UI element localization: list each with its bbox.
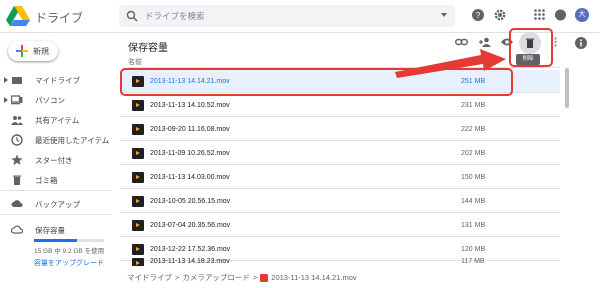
my-drive-icon bbox=[12, 77, 22, 84]
sidebar-item-label: マイドライブ bbox=[35, 76, 80, 85]
info-icon[interactable] bbox=[575, 37, 587, 49]
video-file-icon bbox=[132, 196, 144, 207]
drive-window: ドライブ ドライブを検索 ? 大 新規 マイドライブ パソコン 共有アイテム 最… bbox=[0, 0, 600, 288]
highlight-delete-button bbox=[509, 28, 553, 67]
svg-text:?: ? bbox=[476, 11, 481, 20]
file-size: 131 MB bbox=[461, 222, 486, 229]
file-size: 202 MB bbox=[461, 150, 486, 157]
video-file-icon bbox=[132, 244, 144, 255]
scrollbar[interactable] bbox=[565, 68, 569, 108]
expand-arrow-icon[interactable] bbox=[4, 77, 8, 83]
apps-grid-icon[interactable] bbox=[534, 9, 545, 20]
sidebar-item-my-drive[interactable]: マイドライブ bbox=[0, 70, 112, 90]
video-file-icon bbox=[132, 148, 144, 159]
file-size: 231 MB bbox=[461, 102, 486, 109]
sort-desc-arrow-icon[interactable]: ↓ bbox=[492, 56, 496, 65]
video-file-icon bbox=[132, 258, 144, 266]
video-file-icon bbox=[132, 100, 144, 111]
sidebar-item-recent[interactable]: 最近使用したアイテム bbox=[0, 130, 112, 150]
link-icon[interactable] bbox=[455, 37, 468, 47]
file-size: 144 MB bbox=[461, 198, 486, 205]
file-row[interactable]: 2013-11-09 10.26.52.mov 202 MB bbox=[120, 142, 560, 165]
drive-logo-icon[interactable] bbox=[6, 6, 30, 26]
help-icon[interactable]: ? bbox=[472, 9, 484, 21]
storage-usage-bar bbox=[34, 239, 104, 242]
column-header: 名前 ↓ bbox=[128, 56, 560, 68]
new-button[interactable]: 新規 bbox=[8, 41, 58, 61]
cloud-icon bbox=[11, 200, 23, 207]
sidebar-item-trash[interactable]: ゴミ箱 bbox=[0, 170, 112, 190]
shared-icon bbox=[11, 116, 23, 125]
sidebar-item-storage[interactable]: 保存容量 bbox=[0, 220, 112, 240]
video-file-icon bbox=[132, 220, 144, 231]
add-person-icon[interactable] bbox=[479, 37, 492, 47]
new-button-label: 新規 bbox=[33, 47, 49, 56]
more-options-icon[interactable] bbox=[554, 37, 557, 47]
sidebar-item-shared[interactable]: 共有アイテム bbox=[0, 110, 112, 130]
cloud-outline-icon bbox=[11, 225, 23, 234]
video-file-icon bbox=[132, 124, 144, 135]
video-file-icon bbox=[132, 172, 144, 183]
file-row[interactable]: 2013-11-13 14.18.23.mov 117 MB bbox=[120, 258, 560, 266]
sidebar-item-label: 最近使用したアイテム bbox=[35, 136, 110, 145]
breadcrumb-separator: > bbox=[252, 273, 258, 282]
search-options-icon[interactable] bbox=[441, 13, 447, 17]
file-name: 2013-12-22 17.52.36.mov bbox=[150, 246, 231, 253]
breadcrumb-separator: > bbox=[175, 273, 180, 282]
file-row[interactable]: 2013-11-13 14.03.00.mov 150 MB bbox=[120, 166, 560, 189]
computer-icon bbox=[11, 95, 23, 105]
sidebar-item-computers[interactable]: パソコン bbox=[0, 90, 112, 110]
file-name: 2013-09-20 11.16.08.mov bbox=[150, 126, 230, 133]
sidebar-item-backup[interactable]: バックアップ bbox=[0, 194, 112, 214]
file-row[interactable]: 2013-11-13 14.10.52.mov 231 MB bbox=[120, 94, 560, 117]
file-row[interactable]: 2013-09-20 11.16.08.mov 222 MB bbox=[120, 118, 560, 141]
file-row[interactable]: 2013-10-05 20.56.15.mov 144 MB bbox=[120, 190, 560, 213]
file-size: 150 MB bbox=[461, 174, 486, 181]
storage-usage-fill bbox=[34, 239, 77, 242]
search-input[interactable]: ドライブを検索 bbox=[145, 10, 205, 22]
file-row[interactable]: 2013-07-04 20.35.56.mov 131 MB bbox=[120, 214, 560, 237]
file-name: 2013-11-13 14.10.52.mov bbox=[150, 102, 230, 109]
file-size: 117 MB bbox=[461, 258, 485, 265]
sidebar-divider bbox=[0, 190, 112, 191]
file-name: 2013-10-05 20.56.15.mov bbox=[150, 198, 231, 205]
sidebar-item-label: 保存容量 bbox=[35, 226, 65, 235]
page-title: 保存容量 bbox=[128, 43, 168, 54]
sidebar-item-label: 共有アイテム bbox=[35, 116, 80, 125]
sidebar-item-label: スター付き bbox=[35, 156, 73, 165]
highlight-selected-row bbox=[120, 68, 513, 96]
plus-icon bbox=[16, 45, 28, 57]
file-size: 120 MB bbox=[461, 246, 486, 253]
search-icon bbox=[126, 10, 138, 22]
file-size: 222 MB bbox=[461, 126, 486, 133]
breadcrumb: マイドライブ > カメラアップロード > 2013-11-13 14.14.21… bbox=[127, 272, 357, 283]
settings-gear-icon[interactable] bbox=[494, 9, 506, 21]
sidebar-item-label: ゴミ箱 bbox=[35, 176, 58, 185]
file-name: 2013-11-13 14.03.00.mov bbox=[150, 174, 230, 181]
search-bar[interactable]: ドライブを検索 bbox=[119, 5, 455, 27]
breadcrumb-current: 2013-11-13 14.14.21.mov bbox=[271, 273, 357, 282]
recent-clock-icon bbox=[11, 134, 23, 146]
notifications-icon[interactable] bbox=[555, 9, 566, 21]
file-name: 2013-11-13 14.18.23.mov bbox=[150, 258, 230, 265]
sidebar-item-label: パソコン bbox=[35, 96, 65, 105]
sidebar-divider bbox=[0, 214, 112, 215]
sidebar-item-label: バックアップ bbox=[35, 200, 80, 209]
star-icon bbox=[11, 154, 23, 165]
trash-icon bbox=[13, 175, 21, 185]
video-file-icon bbox=[260, 273, 269, 282]
breadcrumb-item[interactable]: カメラアップロード bbox=[182, 272, 250, 283]
sidebar-item-starred[interactable]: スター付き bbox=[0, 150, 112, 170]
file-name: 2013-11-09 10.26.52.mov bbox=[150, 150, 230, 157]
expand-arrow-icon[interactable] bbox=[4, 97, 8, 103]
app-name: ドライブ bbox=[35, 11, 84, 25]
column-name-header[interactable]: 名前 bbox=[128, 57, 142, 67]
avatar[interactable]: 大 bbox=[575, 8, 589, 22]
upgrade-storage-link[interactable]: 容量をアップグレード bbox=[34, 258, 104, 268]
breadcrumb-item[interactable]: マイドライブ bbox=[127, 272, 172, 283]
storage-usage-text: 15 GB 中 9.2 GB を使用 bbox=[34, 248, 105, 255]
file-name: 2013-07-04 20.35.56.mov bbox=[150, 222, 231, 229]
